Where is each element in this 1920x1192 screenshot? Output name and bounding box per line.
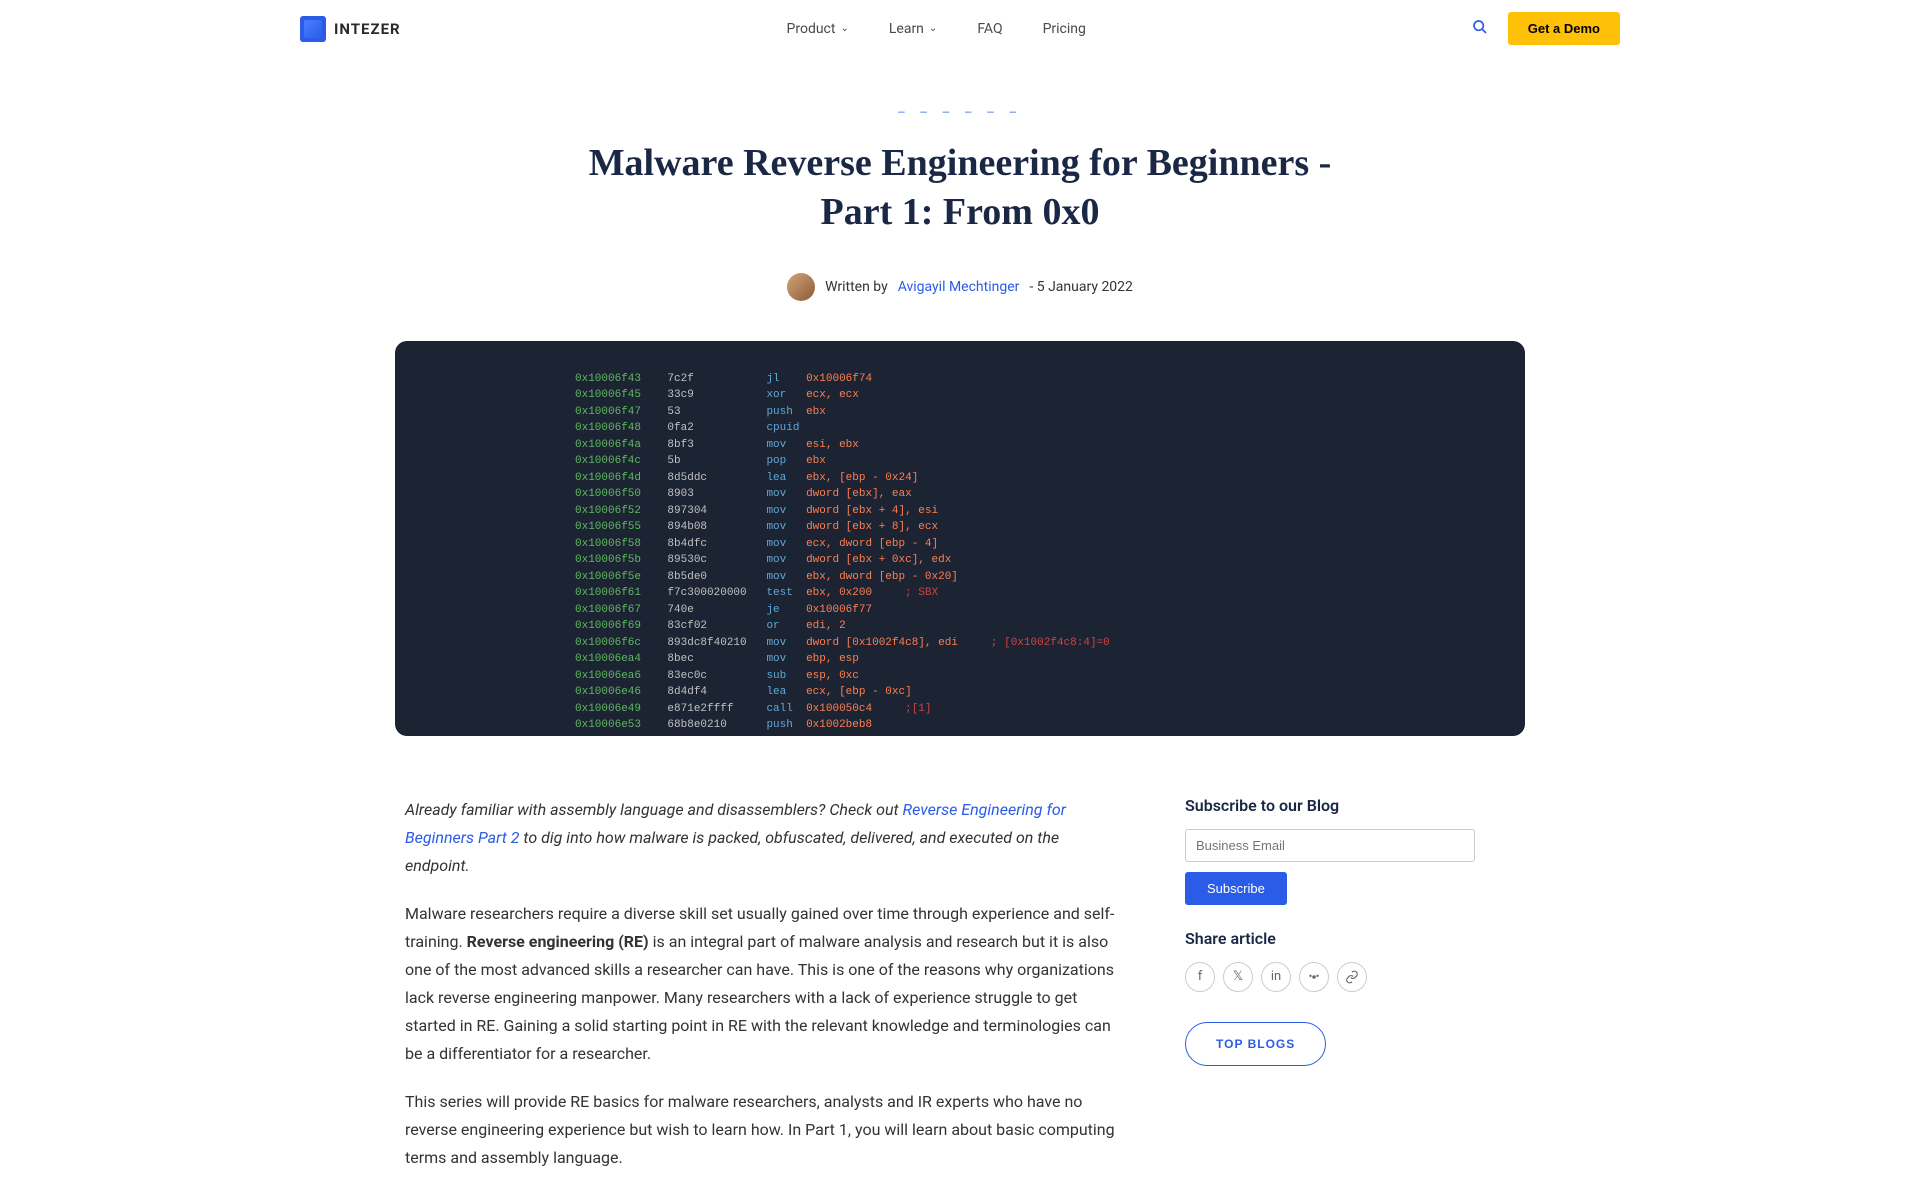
paragraph-3: This series will provide RE basics for m… [405, 1088, 1125, 1172]
share-heading: Share article [1185, 929, 1475, 948]
hero-code-image: 0x10006f43 7c2f jl 0x10006f74 0x10006f45… [395, 341, 1525, 736]
nav-pricing[interactable]: Pricing [1043, 21, 1086, 37]
article-date: - 5 January 2022 [1029, 279, 1133, 295]
nav-faq-label: FAQ [977, 21, 1002, 37]
sidebar: Subscribe to our Blog Subscribe Share ar… [1185, 796, 1475, 1192]
intro-prefix: Already familiar with assembly language … [405, 800, 903, 819]
subscribe-heading: Subscribe to our Blog [1185, 796, 1475, 815]
nav-learn[interactable]: Learn ⌄ [889, 21, 937, 37]
nav-product[interactable]: Product ⌄ [787, 21, 849, 37]
nav-product-label: Product [787, 21, 836, 37]
author-link[interactable]: Avigayil Mechtinger [898, 279, 1020, 295]
author-avatar [787, 273, 815, 301]
brand-logo[interactable]: INTEZER [300, 16, 401, 42]
logo-icon [300, 16, 326, 42]
header-actions: Get a Demo [1472, 12, 1620, 45]
share-row: f 𝕏 in [1185, 962, 1475, 992]
disassembly-code: 0x10006f43 7c2f jl 0x10006f74 0x10006f45… [575, 371, 1345, 736]
content-wrap: Already familiar with assembly language … [395, 796, 1525, 1192]
p2-b: is an integral part of malware analysis … [405, 932, 1114, 1063]
byline: Written by Avigayil Mechtinger - 5 Janua… [0, 273, 1920, 301]
site-header: INTEZER Product ⌄ Learn ⌄ FAQ Pricing Ge… [0, 0, 1920, 58]
chevron-down-icon: ⌄ [929, 23, 937, 34]
reddit-icon[interactable] [1299, 962, 1329, 992]
top-blogs-button[interactable]: TOP BLOGS [1185, 1022, 1326, 1066]
get-demo-button[interactable]: Get a Demo [1508, 12, 1620, 45]
article-body: Already familiar with assembly language … [405, 796, 1125, 1192]
search-icon[interactable] [1472, 19, 1488, 39]
email-field[interactable] [1185, 829, 1475, 862]
primary-nav: Product ⌄ Learn ⌄ FAQ Pricing [787, 21, 1086, 37]
nav-faq[interactable]: FAQ [977, 21, 1002, 37]
linkedin-icon[interactable]: in [1261, 962, 1291, 992]
title-divider: — — — — — — [0, 108, 1920, 119]
copy-link-icon[interactable] [1337, 962, 1367, 992]
written-by-prefix: Written by [825, 279, 888, 295]
brand-name: INTEZER [334, 20, 401, 38]
chevron-down-icon: ⌄ [840, 23, 848, 34]
article-title: Malware Reverse Engineering for Beginner… [580, 139, 1340, 238]
twitter-x-icon[interactable]: 𝕏 [1223, 962, 1253, 992]
intro-paragraph: Already familiar with assembly language … [405, 796, 1125, 880]
paragraph-2: Malware researchers require a diverse sk… [405, 900, 1125, 1068]
facebook-icon[interactable]: f [1185, 962, 1215, 992]
subscribe-button[interactable]: Subscribe [1185, 872, 1287, 905]
p2-strong: Reverse engineering (RE) [467, 932, 649, 951]
nav-learn-label: Learn [889, 21, 924, 37]
nav-pricing-label: Pricing [1043, 21, 1086, 37]
